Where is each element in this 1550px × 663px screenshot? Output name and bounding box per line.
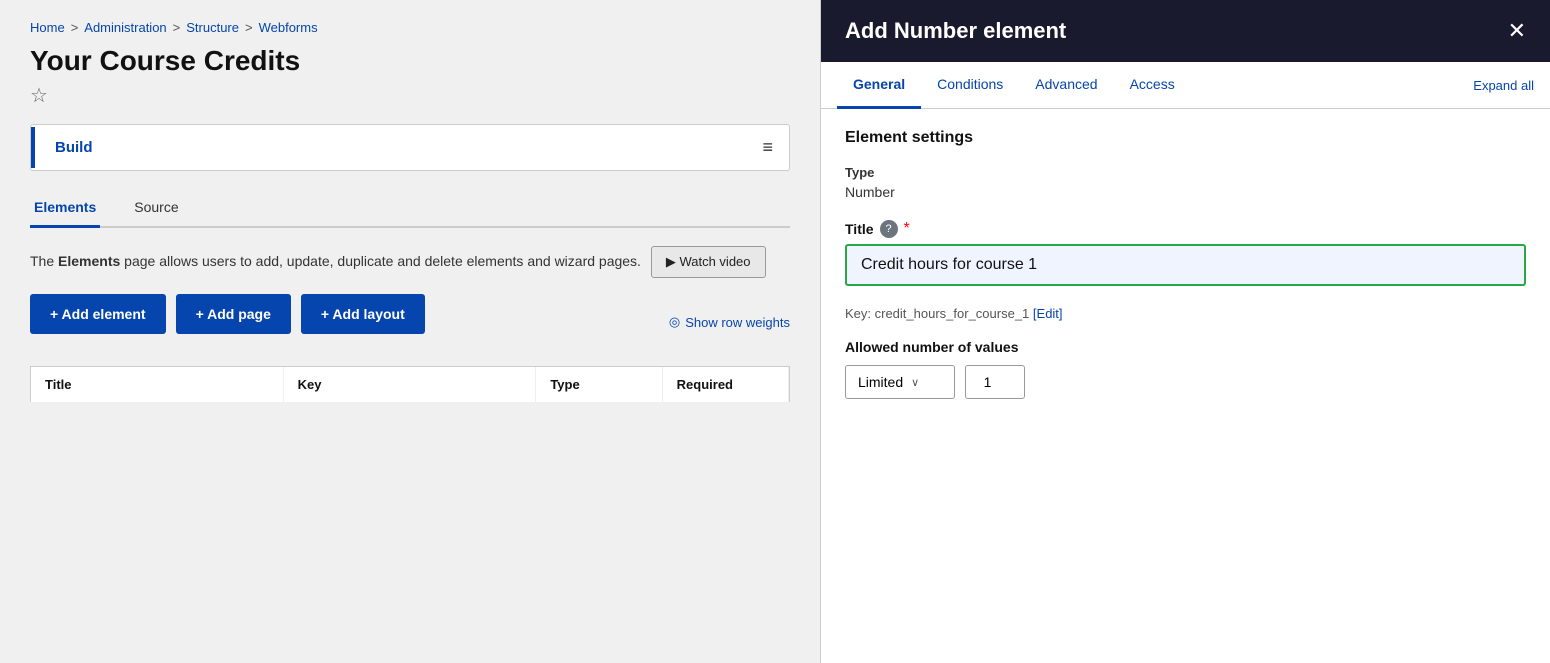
element-settings-heading: Element settings [845,129,1526,147]
elements-table-header: Title Key Type Required [30,366,790,402]
tab-elements[interactable]: Elements [30,191,100,228]
breadcrumb: Home > Administration > Structure > Webf… [30,20,790,35]
title-field-group: Title ? * [845,220,1526,286]
dropdown-value: Limited [858,374,903,390]
breadcrumb-sep-3: > [245,20,253,35]
col-title: Title [31,367,284,402]
left-panel: Home > Administration > Structure > Webf… [0,0,820,663]
breadcrumb-sep-1: > [71,20,79,35]
type-field: Type Number [845,165,1526,200]
breadcrumb-administration[interactable]: Administration [84,20,166,35]
key-text: Key: credit_hours_for_course_1 [845,306,1029,321]
tab-access[interactable]: Access [1114,62,1191,109]
breadcrumb-webforms[interactable]: Webforms [259,20,318,35]
key-info: Key: credit_hours_for_course_1 [Edit] [845,306,1526,321]
allowed-values-label: Allowed number of values [845,339,1526,355]
tab-conditions[interactable]: Conditions [921,62,1019,109]
right-panel-content: Element settings Type Number Title ? * K… [821,109,1550,663]
allowed-values-row: Limited ∨ [845,365,1526,399]
action-buttons-row: + Add element + Add page + Add layout ◎ … [30,294,790,350]
add-layout-button[interactable]: + Add layout [301,294,425,334]
tab-source[interactable]: Source [130,191,182,228]
col-required: Required [663,367,789,402]
page-title: Your Course Credits [30,45,790,77]
right-panel-title: Add Number element [845,18,1066,44]
show-row-weights-toggle[interactable]: ◎ Show row weights [669,314,790,330]
elements-description: The Elements page allows users to add, u… [30,246,790,278]
title-field-row: Title ? * [845,220,1526,238]
build-nav: Build ≡ [30,124,790,171]
hamburger-icon[interactable]: ≡ [746,125,789,170]
add-page-button[interactable]: + Add page [176,294,291,334]
title-input[interactable] [845,244,1526,286]
dropdown-arrow-icon: ∨ [911,376,919,389]
key-edit-link[interactable]: [Edit] [1033,306,1063,321]
help-icon[interactable]: ? [880,220,898,238]
title-field-label: Title [845,221,874,237]
col-key: Key [284,367,537,402]
eye-icon: ◎ [669,314,680,330]
add-element-button[interactable]: + Add element [30,294,166,334]
expand-all-link[interactable]: Expand all [1473,78,1534,93]
right-panel-header: Add Number element ✕ [821,0,1550,62]
tab-advanced[interactable]: Advanced [1019,62,1113,109]
type-label: Type [845,165,1526,180]
close-button[interactable]: ✕ [1508,20,1526,42]
limited-dropdown[interactable]: Limited ∨ [845,365,955,399]
favorite-star-icon[interactable]: ☆ [30,83,790,108]
required-star: * [904,220,910,238]
tabs-bar: Elements Source [30,191,790,228]
breadcrumb-sep-2: > [173,20,181,35]
col-type: Type [536,367,662,402]
breadcrumb-structure[interactable]: Structure [186,20,239,35]
right-panel-tabs: General Conditions Advanced Access Expan… [821,62,1550,109]
action-buttons: + Add element + Add page + Add layout [30,294,425,334]
show-row-weights-label: Show row weights [685,315,790,330]
right-panel: Add Number element ✕ General Conditions … [820,0,1550,663]
tab-general[interactable]: General [837,62,921,109]
breadcrumb-home[interactable]: Home [30,20,65,35]
number-input[interactable] [965,365,1025,399]
type-value: Number [845,184,1526,200]
watch-video-button[interactable]: ▶ Watch video [651,246,766,278]
allowed-values-group: Allowed number of values Limited ∨ [845,339,1526,399]
build-nav-item[interactable]: Build [31,127,746,168]
